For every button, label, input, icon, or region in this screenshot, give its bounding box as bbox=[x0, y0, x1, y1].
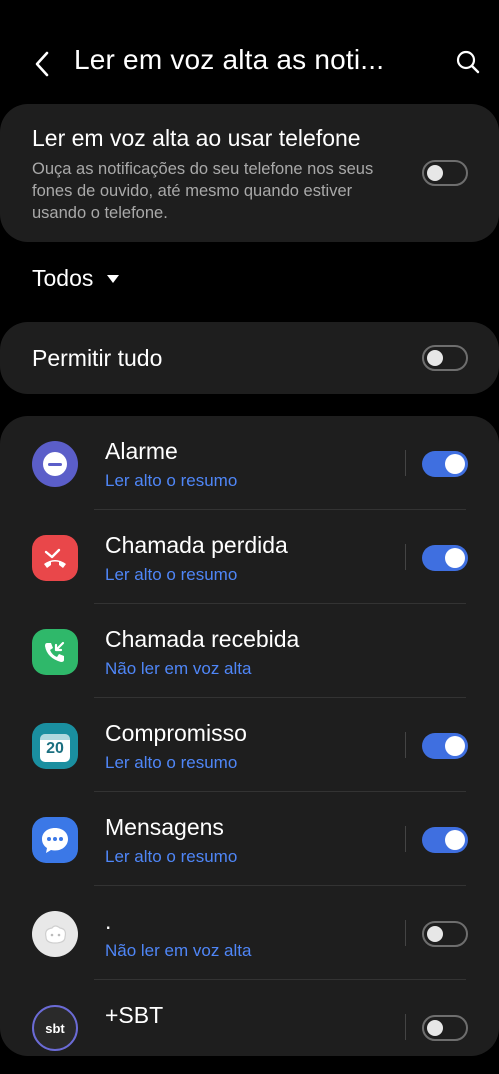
dropdown-caret-icon bbox=[107, 274, 120, 283]
filter-dropdown[interactable]: Todos bbox=[32, 265, 120, 292]
filter-dropdown-label: Todos bbox=[32, 265, 94, 291]
app-row-chamada-perdida[interactable]: Chamada perdida Ler alto o resumo bbox=[0, 510, 499, 604]
app-row-mensagens[interactable]: Mensagens Ler alto o resumo bbox=[0, 792, 499, 886]
incoming-call-icon bbox=[32, 629, 78, 675]
app-name: Chamada perdida bbox=[105, 532, 288, 558]
back-arrow-icon bbox=[35, 51, 49, 77]
allow-all-toggle[interactable] bbox=[422, 345, 468, 371]
page-title: Ler em voz alta as noti... bbox=[74, 44, 385, 75]
app-status: Ler alto o resumo bbox=[105, 565, 238, 584]
calendar-date: 20 bbox=[46, 740, 64, 757]
search-icon bbox=[456, 50, 480, 74]
generic-app-icon bbox=[32, 911, 78, 957]
app-toggle-dot[interactable] bbox=[422, 921, 468, 947]
app-row-alarme[interactable]: Alarme Ler alto o resumo bbox=[0, 416, 499, 510]
back-button[interactable] bbox=[24, 42, 60, 86]
app-status: Não ler em voz alta bbox=[105, 941, 252, 960]
top-app-bar: Ler em voz alta as noti... bbox=[0, 0, 499, 110]
alarm-icon bbox=[32, 441, 78, 487]
calendar-icon: 20 bbox=[32, 723, 78, 769]
sbt-logo-text: sbt bbox=[45, 1020, 65, 1036]
app-name: Mensagens bbox=[105, 814, 224, 840]
app-status: Não ler em voz alta bbox=[105, 659, 252, 678]
app-name: +SBT bbox=[105, 1002, 164, 1028]
app-name: Chamada recebida bbox=[105, 626, 300, 652]
app-toggle-alarme[interactable] bbox=[422, 451, 468, 477]
app-toggle-chamada-perdida[interactable] bbox=[422, 545, 468, 571]
app-name: Alarme bbox=[105, 438, 178, 464]
divider bbox=[405, 920, 406, 946]
divider bbox=[405, 1014, 406, 1040]
sbt-icon: sbt bbox=[32, 1005, 78, 1051]
missed-call-icon bbox=[32, 535, 78, 581]
divider bbox=[405, 826, 406, 852]
divider bbox=[405, 450, 406, 476]
messages-icon bbox=[32, 817, 78, 863]
app-status: Ler alto o resumo bbox=[105, 471, 238, 490]
app-row-sbt[interactable]: sbt +SBT bbox=[0, 980, 499, 1074]
app-row-compromisso[interactable]: 20 Compromisso Ler alto o resumo bbox=[0, 698, 499, 792]
read-aloud-while-using-title: Ler em voz alta ao usar telefone bbox=[32, 125, 361, 151]
app-toggle-compromisso[interactable] bbox=[422, 733, 468, 759]
app-name: . bbox=[105, 908, 112, 934]
app-status: Ler alto o resumo bbox=[105, 847, 238, 866]
search-button[interactable] bbox=[452, 46, 484, 78]
app-row-chamada-recebida[interactable]: Chamada recebida Não ler em voz alta bbox=[0, 604, 499, 698]
app-row-dot[interactable]: . Não ler em voz alta bbox=[0, 886, 499, 980]
read-aloud-while-using-toggle[interactable] bbox=[422, 160, 468, 186]
allow-all-label: Permitir tudo bbox=[32, 345, 163, 371]
app-name: Compromisso bbox=[105, 720, 247, 746]
app-status: Ler alto o resumo bbox=[105, 753, 238, 772]
divider bbox=[405, 732, 406, 758]
app-toggle-sbt[interactable] bbox=[422, 1015, 468, 1041]
divider bbox=[405, 544, 406, 570]
read-aloud-while-using-description: Ouça as notificações do seu telefone nos… bbox=[32, 160, 374, 222]
app-toggle-mensagens[interactable] bbox=[422, 827, 468, 853]
